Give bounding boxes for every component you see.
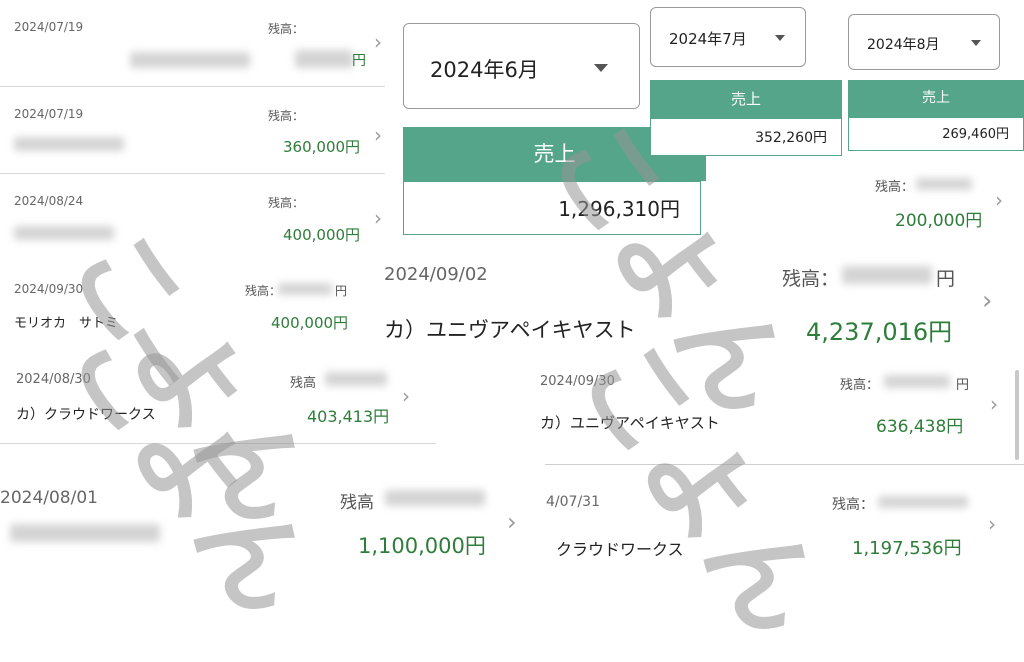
balance-suffix: 円 (956, 378, 970, 393)
chevron-right-icon: › (988, 512, 996, 536)
transaction-date: 2024/07/19 (14, 107, 84, 121)
chevron-right-icon: › (982, 286, 993, 316)
transaction-amount: 200,000円 (895, 211, 983, 231)
list-item[interactable]: 2024/09/30 残高： 円 カ）ユニヴアペイキヤスト 636,438円 › (520, 360, 1024, 456)
blurred-name (14, 137, 124, 151)
transaction-name: カ）クラウドワークス (16, 407, 156, 423)
blurred-name (10, 524, 160, 542)
transaction-amount: 4,237,016円 (806, 318, 953, 346)
transaction-date: 2024/07/19 (14, 20, 84, 34)
balance-label: 残高： (268, 22, 305, 36)
transaction-name: クラウドワークス (556, 540, 684, 559)
chevron-right-icon: › (990, 392, 998, 416)
transaction-amount: 360,000円 (283, 138, 361, 156)
transaction-name: カ）ユニヴアペイキヤスト (384, 318, 636, 342)
divider (545, 464, 1024, 465)
caret-down-icon (775, 35, 785, 41)
transaction-date: 2024/09/30 (540, 374, 615, 389)
list-item[interactable]: 残高： 200,000円 › (700, 170, 1024, 240)
balance-label: 残高： (840, 378, 880, 393)
blurred-balance (884, 375, 950, 388)
blurred-balance (325, 372, 387, 386)
balance-suffix: 円 (335, 284, 348, 298)
chevron-right-icon: › (402, 384, 410, 408)
sales-header: 売上 (650, 80, 842, 118)
list-item[interactable]: 2024/07/19 残高： 円 › (0, 0, 385, 86)
balance-label: 残高： (832, 497, 874, 513)
balance-label: 残高： (245, 284, 282, 298)
caret-down-icon (594, 64, 608, 72)
balance-label: 残高： (268, 109, 305, 123)
scrollbar[interactable] (1015, 370, 1019, 460)
transaction-date: 2024/08/24 (14, 194, 84, 208)
month-select-label: 2024年8月 (867, 37, 940, 53)
list-item[interactable]: 2024/09/30 残高： 円 モリオカ サトミ 400,000円 (0, 262, 385, 358)
transaction-name: モリオカ サトミ (14, 316, 119, 331)
list-item[interactable]: 4/07/31 残高： クラウドワークス 1,197,536円 › (530, 470, 1024, 575)
transaction-amount: 1,100,000円 (358, 534, 486, 558)
transaction-amount: 636,438円 (876, 417, 964, 437)
sales-header: 売上 (848, 80, 1024, 117)
transaction-date: 2024/09/30 (14, 282, 84, 296)
blurred-balance (842, 266, 932, 284)
transaction-amount: 403,413円 (307, 407, 390, 426)
sales-value-july: 352,260円 (650, 118, 842, 156)
transaction-date: 2024/09/02 (384, 264, 488, 285)
blurred-balance (385, 490, 485, 506)
blurred-balance (916, 178, 972, 190)
transaction-amount: 1,197,536円 (852, 538, 962, 559)
balance-label: 残高： (875, 180, 915, 195)
transaction-date: 2024/08/30 (16, 372, 91, 387)
list-item[interactable]: 2024/08/24 残高： 400,000円 › (0, 174, 385, 260)
month-select-june[interactable]: 2024年6月 (403, 23, 640, 109)
transaction-amount: 400,000円 (271, 314, 349, 332)
sales-value-august: 269,460円 (848, 117, 1024, 151)
chevron-right-icon: › (995, 188, 1003, 212)
blurred-balance (278, 283, 332, 295)
sales-value-june: 1,296,310円 (403, 181, 701, 235)
balance-label: 残高 (290, 376, 317, 391)
chevron-right-icon: › (374, 30, 382, 54)
month-select-july[interactable]: 2024年7月 (650, 7, 806, 67)
chevron-right-icon: › (507, 508, 517, 536)
transaction-amount: 400,000円 (283, 226, 361, 244)
transaction-name: カ）ユニヴアペイキヤスト (540, 414, 720, 432)
balance-label: 残高： (782, 268, 840, 290)
transaction-date: 2024/08/01 (0, 488, 98, 508)
month-select-label: 2024年7月 (669, 30, 747, 48)
amount-suffix: 円 (352, 53, 366, 69)
balance-suffix: 円 (936, 268, 956, 290)
blurred-balance (878, 496, 968, 508)
month-select-august[interactable]: 2024年8月 (848, 14, 1000, 70)
list-item[interactable]: 2024/07/19 残高： 360,000円 › (0, 87, 385, 173)
caret-down-icon (971, 40, 981, 46)
balance-label: 残高 (340, 493, 374, 513)
chevron-right-icon: › (374, 123, 382, 147)
list-item[interactable]: 2024/08/01 残高 1,100,000円 › (0, 444, 530, 575)
blurred-name (130, 52, 250, 68)
blurred-amount (295, 50, 353, 68)
blurred-name (14, 226, 114, 240)
chevron-right-icon: › (374, 206, 382, 230)
transaction-date: 4/07/31 (546, 494, 600, 510)
month-select-label: 2024年6月 (430, 58, 539, 82)
balance-label: 残高： (268, 196, 305, 210)
list-item[interactable]: 2024/08/30 残高 カ）クラウドワークス 403,413円 › (0, 358, 436, 444)
list-item[interactable]: 2024/09/02 残高： 円 カ）ユニヴアペイキヤスト 4,237,016円… (370, 250, 1024, 360)
